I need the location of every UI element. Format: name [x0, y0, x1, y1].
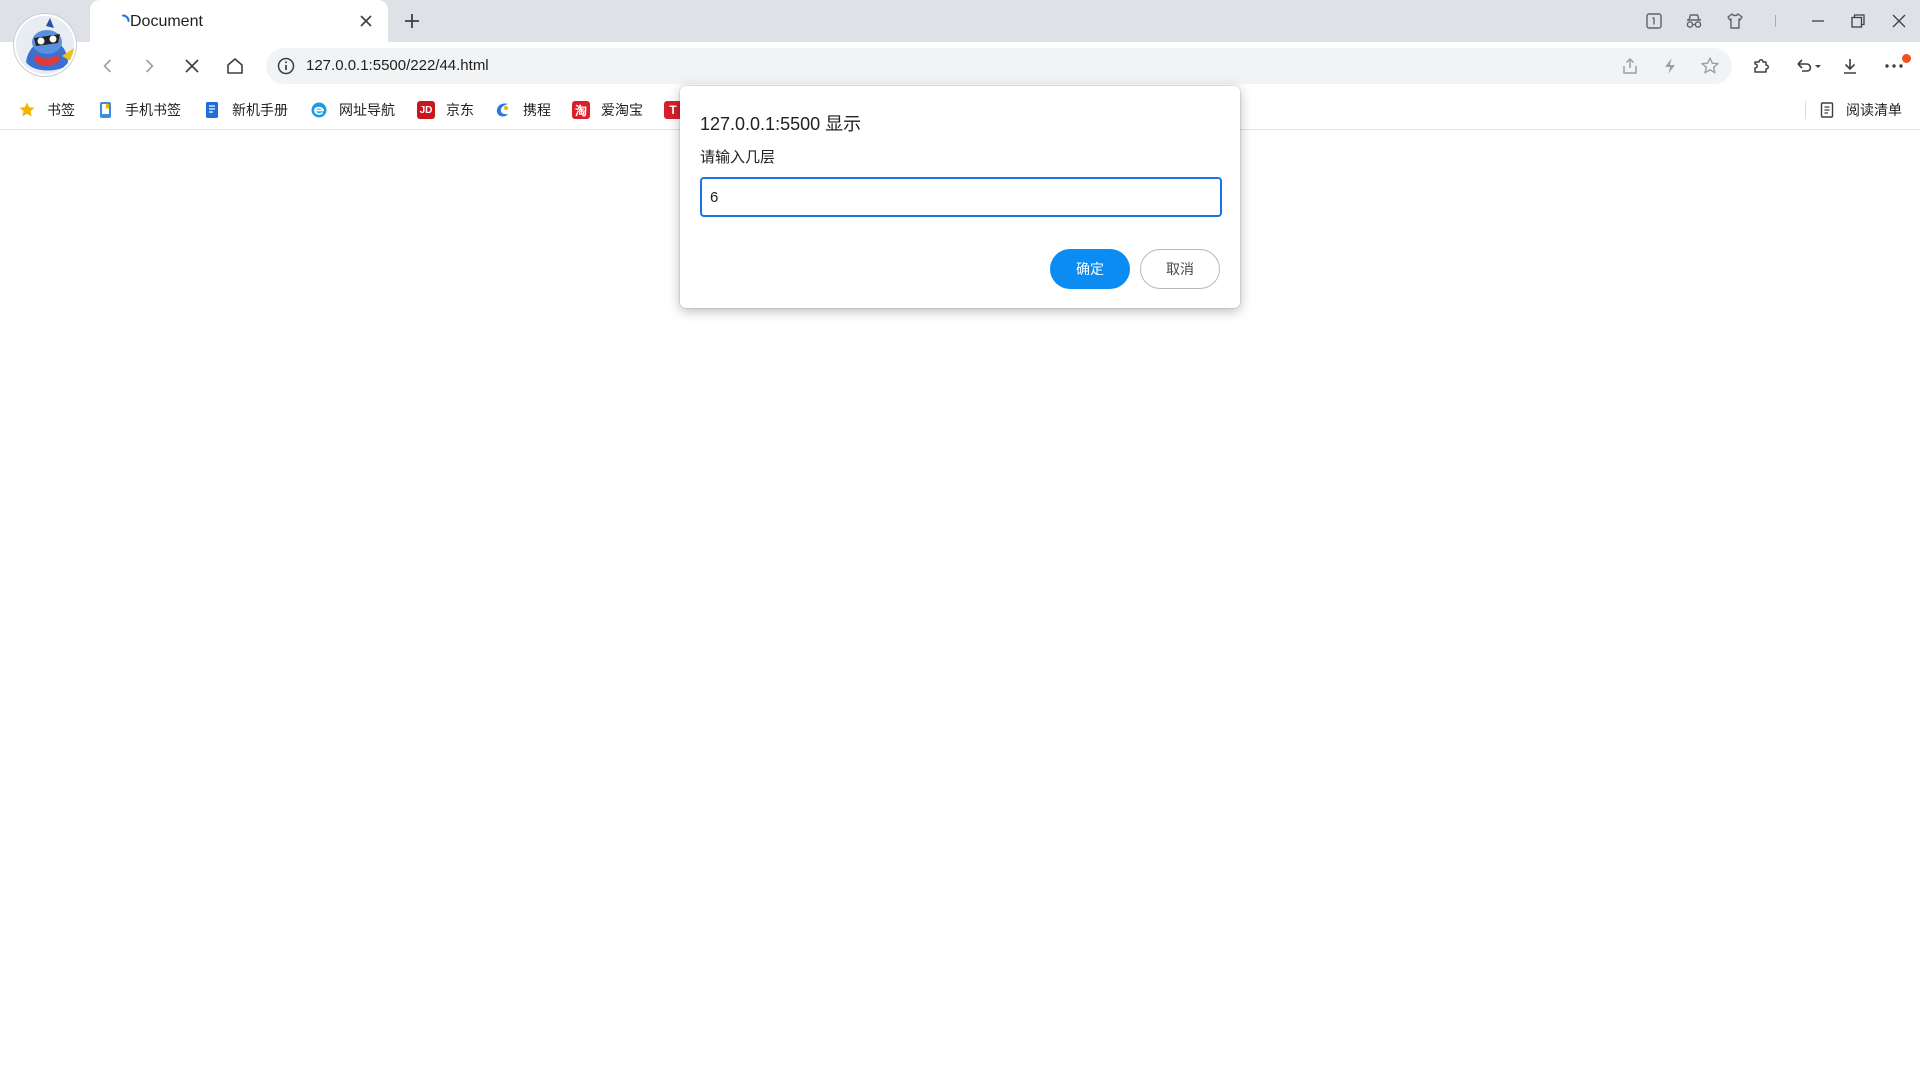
bookmark-item[interactable]: 携程: [494, 100, 551, 120]
share-icon[interactable]: [1618, 54, 1642, 78]
dialog-title: 127.0.0.1:5500 显示: [700, 114, 862, 134]
back-arrow-icon[interactable]: [92, 50, 124, 82]
reading-list-label: 阅读清单: [1846, 102, 1902, 118]
forward-arrow-icon[interactable]: [133, 50, 165, 82]
phone-icon: [96, 101, 114, 119]
close-window-icon[interactable]: [1879, 0, 1919, 42]
bookmark-label: 携程: [523, 102, 551, 118]
jd-icon: JD: [417, 101, 435, 119]
new-tab-button[interactable]: [398, 7, 426, 35]
loading-spinner-icon: [122, 14, 130, 22]
site-info-icon[interactable]: [276, 56, 296, 76]
incognito-icon[interactable]: [1674, 0, 1714, 42]
cancel-button[interactable]: 取消: [1140, 249, 1220, 289]
notification-dot: [1902, 54, 1911, 63]
prompt-dialog: 127.0.0.1:5500 显示 请输入几层 确定 取消: [680, 86, 1240, 308]
dialog-message: 请输入几层: [700, 149, 776, 166]
tab-title: Document: [130, 13, 203, 30]
stop-loading-icon[interactable]: [176, 50, 208, 82]
bookmark-item[interactable]: JD 京东: [417, 100, 474, 120]
bookmark-item[interactable]: 手机书签: [96, 100, 181, 120]
bookmark-item[interactable]: 书签: [18, 100, 75, 120]
prompt-input[interactable]: [700, 177, 1222, 217]
tab-document[interactable]: Document: [90, 0, 388, 42]
undo-close-tab-icon[interactable]: [1788, 50, 1828, 82]
manual-icon: [203, 101, 221, 119]
bookmark-label: 网址导航: [339, 102, 395, 118]
url-text[interactable]: 127.0.0.1:5500/222/44.html: [306, 57, 489, 74]
window-controls-divider: [1775, 15, 1776, 27]
restore-icon[interactable]: [1838, 0, 1878, 42]
ctrip-icon: [494, 101, 512, 119]
bookmark-label: 新机手册: [232, 102, 288, 118]
tab-count-icon[interactable]: [1634, 0, 1674, 42]
favorite-star-icon[interactable]: [1698, 54, 1722, 78]
star-icon: [18, 101, 36, 119]
reading-list-icon: [1820, 102, 1834, 118]
tab-close-icon[interactable]: [354, 9, 378, 33]
bookmark-item[interactable]: 网址导航: [310, 100, 395, 120]
address-bar[interactable]: 127.0.0.1:5500/222/44.html: [266, 48, 1732, 84]
reading-list-button[interactable]: 阅读清单: [1805, 100, 1902, 120]
bookmark-item[interactable]: 新机手册: [203, 100, 288, 120]
extensions-puzzle-icon[interactable]: [1745, 50, 1777, 82]
taobao-icon: 淘: [572, 101, 590, 119]
bookmark-label: 书签: [47, 102, 75, 118]
bookmarks-divider: [1805, 101, 1806, 119]
bookmark-label: 爱淘宝: [601, 102, 643, 118]
browser-toolbar: 127.0.0.1:5500/222/44.html: [0, 42, 1920, 90]
minimize-icon[interactable]: [1798, 0, 1838, 42]
lightning-icon[interactable]: [1658, 54, 1682, 78]
home-icon[interactable]: [219, 50, 251, 82]
bookmark-label: 京东: [446, 102, 474, 118]
download-icon[interactable]: [1834, 50, 1866, 82]
bookmark-label: 手机书签: [125, 102, 181, 118]
tab-strip: Document: [0, 0, 1920, 42]
shirt-skin-icon[interactable]: [1715, 0, 1755, 42]
ok-button[interactable]: 确定: [1050, 249, 1130, 289]
bookmark-item[interactable]: 淘 爱淘宝: [572, 100, 643, 120]
ie-icon: [310, 101, 328, 119]
profile-avatar[interactable]: [14, 14, 76, 76]
